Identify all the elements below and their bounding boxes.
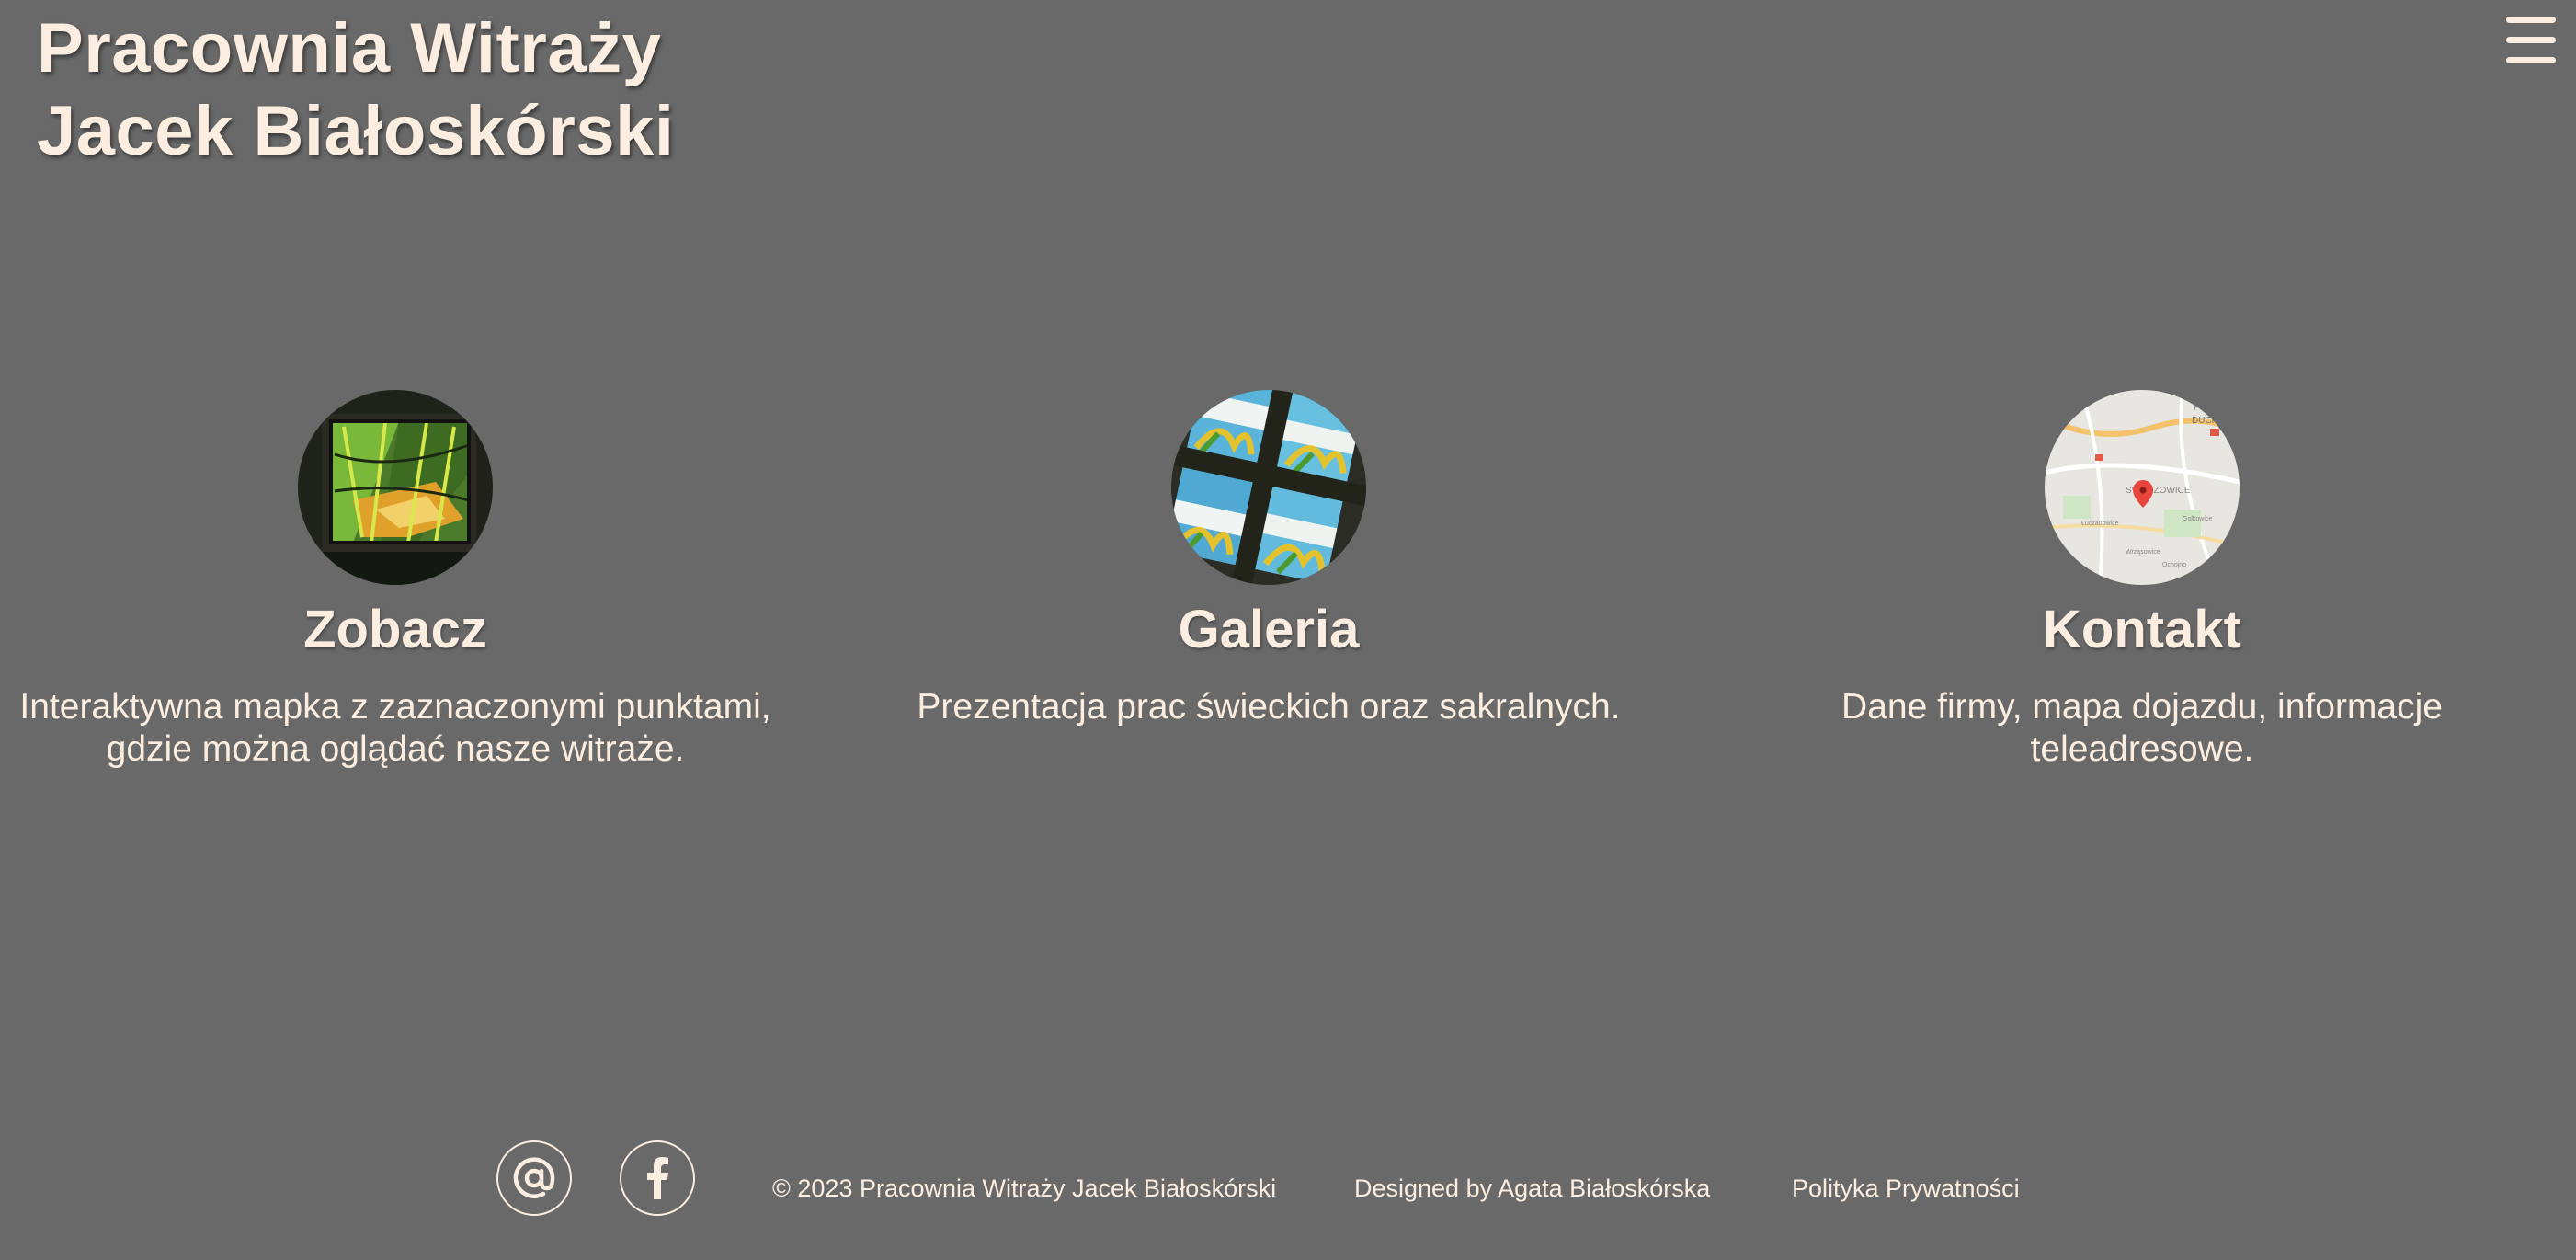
svg-text:Ochojno: Ochojno <box>2162 562 2186 568</box>
feature-title-galeria[interactable]: Galeria <box>873 598 1664 662</box>
footer-designer-credit: Designed by Agata Białoskórska <box>1354 1174 1711 1202</box>
facebook-icon[interactable] <box>620 1140 695 1216</box>
page: Pracownia Witraży Jacek Białoskórski Zob… <box>0 0 2576 1260</box>
feature-description-zobacz: Interaktywna mapka z zaznaczonymi punkta… <box>19 687 771 769</box>
stained-glass-dragonfly-image[interactable] <box>298 390 493 585</box>
feature-title-zobacz[interactable]: Zobacz <box>0 598 791 662</box>
privacy-policy-link[interactable]: Polityka Prywatności <box>1792 1174 2020 1203</box>
menu-bar-middle <box>2506 37 2556 43</box>
feature-galeria: Galeria Prezentacja prac świeckich oraz … <box>873 390 1664 728</box>
feature-description-kontakt: Dane firmy, mapa dojazdu, informacje tel… <box>1841 687 2443 769</box>
stained-glass-skylight-image[interactable] <box>1171 390 1366 585</box>
svg-text:Wrząsowice: Wrząsowice <box>2126 549 2160 556</box>
location-map-image[interactable]: PODGÓRZE DUCHACKIE SWOSZOWICE Łuczanowic… <box>2045 390 2240 585</box>
svg-text:Łuczanowice: Łuczanowice <box>2081 521 2119 527</box>
feature-zobacz: Zobacz Interaktywna mapka z zaznaczonymi… <box>0 390 791 771</box>
footer-copyright: © 2023 Pracownia Witraży Jacek Białoskór… <box>772 1174 1277 1202</box>
svg-text:DUCHACKIE: DUCHACKIE <box>2192 416 2240 426</box>
site-title[interactable]: Pracownia Witraży Jacek Białoskórski <box>37 7 674 173</box>
at-sign-icon[interactable] <box>496 1140 572 1216</box>
footer: © 2023 Pracownia Witraży Jacek Białoskór… <box>0 1140 2576 1220</box>
menu-bar-bottom <box>2506 57 2556 63</box>
feature-kontakt: PODGÓRZE DUCHACKIE SWOSZOWICE Łuczanowic… <box>1747 390 2537 771</box>
svg-text:Golkowice: Golkowice <box>2183 516 2212 522</box>
svg-text:PODGÓRZE: PODGÓRZE <box>2194 401 2240 413</box>
site-title-line-2[interactable]: Jacek Białoskórski <box>37 90 674 173</box>
hamburger-menu-icon[interactable] <box>2506 17 2556 64</box>
menu-bar-top <box>2506 17 2556 23</box>
feature-title-kontakt[interactable]: Kontakt <box>1747 598 2537 662</box>
site-title-line-1[interactable]: Pracownia Witraży <box>37 7 674 90</box>
feature-description-galeria: Prezentacja prac świeckich oraz sakralny… <box>917 687 1621 727</box>
